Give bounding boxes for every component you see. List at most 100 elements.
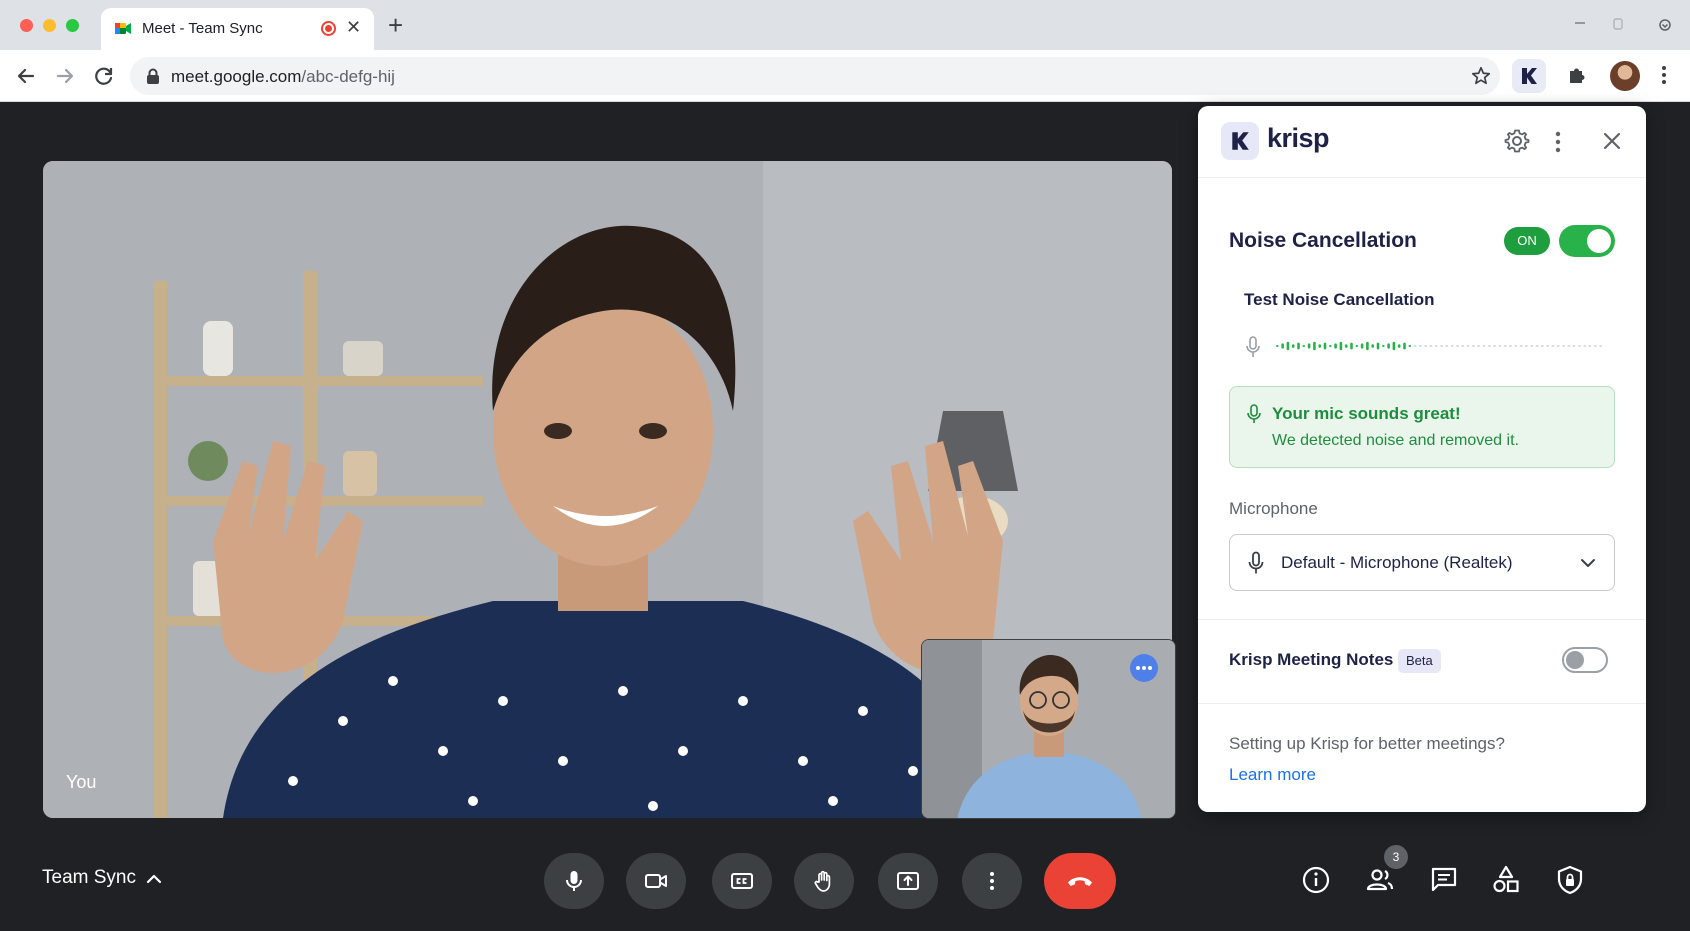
- waveform-bar: [1551, 345, 1555, 347]
- waveform-bar: [1503, 345, 1507, 347]
- more-dot: [1142, 666, 1146, 670]
- raise-hand-button[interactable]: [794, 853, 854, 909]
- waveform-bar: [1429, 345, 1433, 347]
- address-bar[interactable]: meet.google.com/abc-defg-hij: [130, 57, 1500, 95]
- chat-button[interactable]: [1428, 864, 1464, 900]
- waveform-bar: [1344, 344, 1348, 348]
- browser-tab-meet[interactable]: Meet - Team Sync ✕: [101, 8, 374, 50]
- window-restore-icon[interactable]: [1612, 18, 1624, 30]
- activities-button[interactable]: [1490, 864, 1526, 900]
- microphone-button[interactable]: [544, 853, 604, 909]
- participants-button[interactable]: [1364, 864, 1400, 900]
- extensions-puzzle-icon[interactable]: [1566, 64, 1588, 86]
- host-controls-button[interactable]: [1554, 864, 1590, 900]
- waveform-bar: [1286, 341, 1290, 351]
- section-divider: [1198, 703, 1646, 704]
- more-dot: [1148, 666, 1152, 670]
- microphone-icon: [1248, 551, 1264, 574]
- waveform-bar: [1514, 345, 1518, 347]
- krisp-extension-button[interactable]: [1512, 59, 1546, 93]
- waveform-bar: [1472, 345, 1475, 347]
- waveform-bar: [1318, 344, 1321, 348]
- meeting-name[interactable]: Team Sync: [42, 867, 136, 889]
- bookmark-star-icon[interactable]: [1470, 65, 1492, 87]
- end-call-button[interactable]: [1044, 853, 1116, 909]
- noise-cancellation-toggle[interactable]: [1559, 225, 1615, 257]
- waveform-bar: [1445, 345, 1449, 347]
- participant-more-options-button[interactable]: [1130, 654, 1158, 682]
- more-options-button[interactable]: [962, 853, 1022, 909]
- meeting-notes-toggle[interactable]: [1562, 647, 1608, 673]
- more-vertical-icon: [990, 872, 994, 890]
- back-arrow-icon[interactable]: [13, 63, 39, 89]
- noise-cancellation-status-badge: ON: [1504, 227, 1550, 255]
- krisp-more-icon[interactable]: [1554, 130, 1562, 154]
- present-screen-button[interactable]: [878, 853, 938, 909]
- forward-arrow-icon[interactable]: [52, 63, 78, 89]
- window-minimize-button[interactable]: [43, 19, 56, 32]
- waveform-bar: [1419, 345, 1422, 347]
- browser-toolbar: meet.google.com/abc-defg-hij: [0, 50, 1690, 102]
- waveform-bar: [1281, 343, 1284, 349]
- waveform-bar: [1450, 345, 1454, 347]
- waveform-bar: [1567, 345, 1571, 347]
- captions-button[interactable]: [712, 853, 772, 909]
- microphone-select[interactable]: Default - Microphone (Realtek): [1229, 534, 1615, 591]
- shield-lock-icon: [1557, 865, 1583, 895]
- camera-button[interactable]: [626, 853, 686, 909]
- waveform-bar: [1382, 345, 1385, 347]
- waveform-bar: [1350, 342, 1353, 350]
- waveform-bar: [1583, 345, 1586, 347]
- waveform-bar: [1371, 344, 1374, 348]
- waveform-bar: [1424, 345, 1427, 347]
- browser-menu-icon[interactable]: [1660, 64, 1668, 86]
- krisp-logo-icon: [1232, 132, 1249, 150]
- new-tab-button[interactable]: +: [388, 12, 403, 38]
- lock-icon[interactable]: [146, 68, 160, 84]
- profile-avatar[interactable]: [1610, 61, 1640, 91]
- notice-subtitle: We detected noise and removed it.: [1272, 432, 1519, 449]
- test-noise-cancellation-title[interactable]: Test Noise Cancellation: [1244, 290, 1435, 310]
- learn-more-link[interactable]: Learn more: [1229, 765, 1316, 785]
- waveform-bar: [1519, 345, 1523, 347]
- waveform-bar: [1297, 342, 1300, 350]
- window-minimize-icon[interactable]: [1574, 20, 1586, 26]
- waveform-bar: [1313, 341, 1316, 351]
- waveform-bar: [1578, 345, 1581, 347]
- video-camera-icon: [645, 874, 667, 888]
- url-text[interactable]: meet.google.com/abc-defg-hij: [171, 67, 395, 87]
- chevron-up-icon[interactable]: [145, 870, 163, 888]
- settings-gear-icon[interactable]: [1504, 128, 1530, 154]
- waveform-bar: [1323, 342, 1327, 350]
- waveform-bar: [1562, 345, 1565, 347]
- window-maximize-button[interactable]: [66, 19, 79, 32]
- meet-favicon-icon: [115, 23, 131, 34]
- test-microphone-icon: [1246, 336, 1260, 357]
- tab-close-icon[interactable]: ✕: [346, 17, 361, 38]
- waveform-bar: [1397, 344, 1401, 348]
- waveform-bar: [1302, 345, 1306, 347]
- waveform-bar: [1594, 345, 1597, 347]
- setup-help-text: Setting up Krisp for better meetings?: [1229, 734, 1505, 753]
- url-path: /abc-defg-hij: [301, 67, 395, 86]
- notice-title: Your mic sounds great!: [1272, 404, 1461, 423]
- waveform-bar: [1366, 341, 1369, 351]
- raise-hand-icon: [814, 870, 831, 892]
- end-call-phone-icon: [1068, 877, 1092, 886]
- waveform-bar: [1588, 345, 1592, 347]
- window-menu-icon[interactable]: [1658, 18, 1672, 32]
- waveform-bar: [1525, 345, 1528, 347]
- toggle-knob: [1587, 229, 1611, 253]
- url-host: meet.google.com: [171, 67, 302, 86]
- waveform-bar: [1329, 345, 1332, 347]
- shapes-icon: [1493, 865, 1519, 893]
- meeting-info-button[interactable]: [1300, 864, 1336, 900]
- more-dot: [1136, 666, 1140, 670]
- krisp-header: krisp: [1198, 106, 1646, 178]
- beta-badge: Beta: [1398, 649, 1441, 673]
- krisp-close-icon[interactable]: [1601, 130, 1623, 152]
- reload-icon[interactable]: [91, 63, 117, 89]
- window-close-button[interactable]: [20, 19, 33, 32]
- krisp-brand-name: krisp: [1267, 123, 1330, 153]
- waveform-bar: [1535, 345, 1539, 347]
